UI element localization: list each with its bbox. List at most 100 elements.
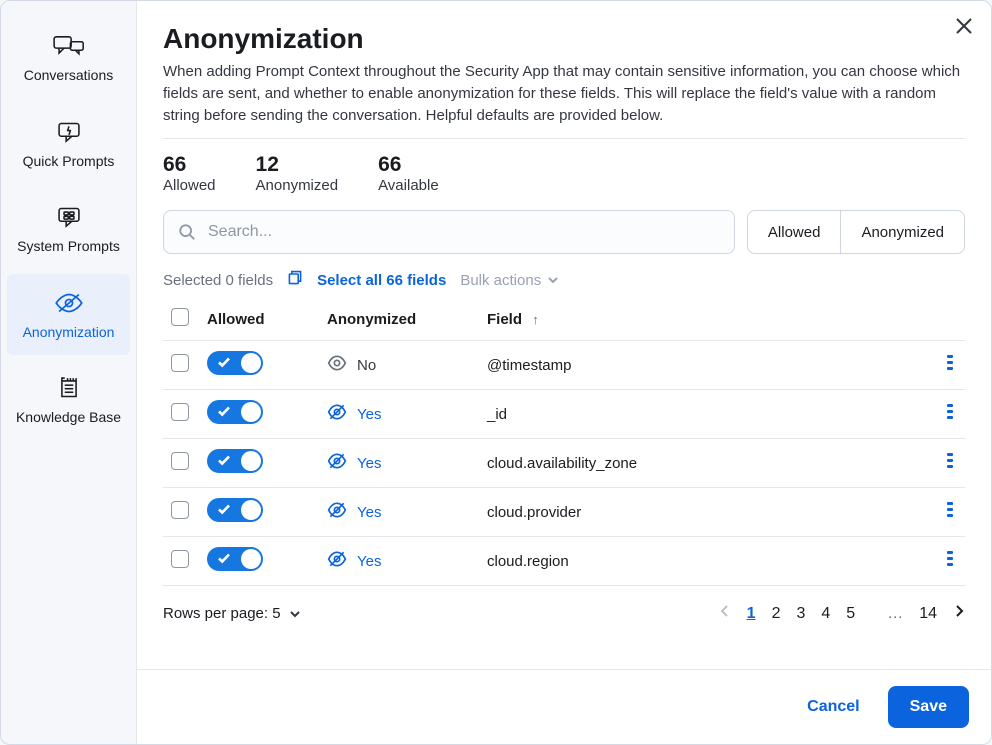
row-checkbox[interactable] bbox=[171, 501, 189, 519]
anonymized-value: Yes bbox=[357, 504, 381, 521]
table-row: Yescloud.region bbox=[163, 537, 965, 586]
stat-allowed: 66 Allowed bbox=[163, 153, 216, 194]
col-header-field[interactable]: Field ↑ bbox=[479, 298, 919, 341]
stat-available-label: Available bbox=[378, 177, 439, 194]
allowed-toggle[interactable] bbox=[207, 351, 263, 375]
system-prompts-icon bbox=[52, 202, 86, 232]
page-number[interactable]: 4 bbox=[821, 605, 830, 622]
sidebar-item-label: Knowledge Base bbox=[16, 409, 121, 427]
stat-anonymized-value: 12 bbox=[256, 153, 339, 177]
bulk-actions-menu[interactable]: Bulk actions bbox=[460, 272, 559, 289]
field-name: _id bbox=[479, 390, 919, 439]
divider bbox=[163, 138, 965, 139]
eye-off-icon[interactable] bbox=[327, 549, 347, 573]
selected-count: Selected 0 fields bbox=[163, 272, 273, 289]
sidebar-item-label: Conversations bbox=[24, 67, 114, 85]
allowed-toggle[interactable] bbox=[207, 449, 263, 473]
pagination: 12345 … 14 bbox=[719, 604, 965, 623]
select-all-checkbox[interactable] bbox=[171, 308, 189, 326]
page-number[interactable]: 5 bbox=[846, 605, 855, 622]
stat-available-value: 66 bbox=[378, 153, 439, 177]
rows-per-page[interactable]: Rows per page: 5 bbox=[163, 605, 301, 622]
sidebar-item-conversations[interactable]: Conversations bbox=[7, 17, 130, 99]
field-name: cloud.region bbox=[479, 537, 919, 586]
anonymized-value: No bbox=[357, 357, 376, 374]
filter-anonymized-button[interactable]: Anonymized bbox=[841, 210, 965, 254]
page-last[interactable]: 14 bbox=[919, 605, 937, 623]
stat-available: 66 Available bbox=[378, 153, 439, 194]
anonymized-value: Yes bbox=[357, 455, 381, 472]
anonymization-icon bbox=[52, 288, 86, 318]
col-header-allowed[interactable]: Allowed bbox=[199, 298, 319, 341]
page-next[interactable] bbox=[953, 604, 965, 623]
table-row: Yes cloud.availability_zone bbox=[163, 439, 965, 488]
row-checkbox[interactable] bbox=[171, 403, 189, 421]
select-all-link[interactable]: Select all 66 fields bbox=[317, 272, 446, 289]
row-actions[interactable] bbox=[919, 390, 965, 439]
row-checkbox[interactable] bbox=[171, 354, 189, 372]
close-icon bbox=[953, 15, 975, 37]
table-row: No @timestamp bbox=[163, 341, 965, 390]
row-actions[interactable] bbox=[919, 488, 965, 537]
chevron-right-icon bbox=[953, 604, 965, 618]
allowed-toggle[interactable] bbox=[207, 498, 263, 522]
row-checkbox[interactable] bbox=[171, 550, 189, 568]
fields-table: Allowed Anonymized Field ↑ No@timestampY… bbox=[163, 298, 965, 586]
stat-anonymized-label: Anonymized bbox=[256, 177, 339, 194]
page-ellipsis: … bbox=[887, 605, 903, 623]
table-row: Yes cloud.provider bbox=[163, 488, 965, 537]
row-actions[interactable] bbox=[919, 341, 965, 390]
sidebar-item-system-prompts[interactable]: System Prompts bbox=[7, 188, 130, 270]
page-title: Anonymization bbox=[163, 23, 965, 55]
page-number[interactable]: 2 bbox=[772, 605, 781, 622]
chevron-down-icon bbox=[289, 608, 301, 620]
page-number[interactable]: 3 bbox=[796, 605, 805, 622]
row-checkbox[interactable] bbox=[171, 452, 189, 470]
col-header-anonymized[interactable]: Anonymized bbox=[319, 298, 479, 341]
table-row: Yes _id bbox=[163, 390, 965, 439]
filter-allowed-button[interactable]: Allowed bbox=[747, 210, 842, 254]
anonymized-value: Yes bbox=[357, 406, 381, 423]
page-description: When adding Prompt Context throughout th… bbox=[163, 61, 965, 126]
page-prev[interactable] bbox=[719, 604, 731, 623]
modal: Conversations Quick Prompts bbox=[0, 0, 992, 745]
eye-off-icon[interactable] bbox=[327, 402, 347, 426]
stat-anonymized: 12 Anonymized bbox=[256, 153, 339, 194]
filter-segmented: Allowed Anonymized bbox=[747, 210, 965, 254]
chevron-left-icon bbox=[719, 604, 731, 618]
search-field[interactable] bbox=[163, 210, 735, 254]
dialog-footer: Cancel Save bbox=[137, 669, 991, 744]
field-name: @timestamp bbox=[479, 341, 919, 390]
sidebar: Conversations Quick Prompts bbox=[1, 1, 137, 744]
stat-allowed-value: 66 bbox=[163, 153, 216, 177]
page-number[interactable]: 1 bbox=[747, 605, 756, 622]
row-actions[interactable] bbox=[919, 439, 965, 488]
conversations-icon bbox=[52, 31, 86, 61]
stats-row: 66 Allowed 12 Anonymized 66 Available bbox=[163, 153, 965, 194]
main-panel: Anonymization When adding Prompt Context… bbox=[137, 1, 991, 744]
field-name: cloud.provider bbox=[479, 488, 919, 537]
row-actions[interactable] bbox=[919, 537, 965, 586]
allowed-toggle[interactable] bbox=[207, 400, 263, 424]
search-input[interactable] bbox=[206, 222, 720, 242]
close-button[interactable] bbox=[953, 15, 975, 37]
sidebar-item-label: Anonymization bbox=[23, 324, 115, 342]
allowed-toggle[interactable] bbox=[207, 547, 263, 571]
reset-icon[interactable] bbox=[287, 270, 303, 290]
chevron-down-icon bbox=[547, 274, 559, 286]
sidebar-item-label: Quick Prompts bbox=[23, 153, 115, 171]
stat-allowed-label: Allowed bbox=[163, 177, 216, 194]
sidebar-item-label: System Prompts bbox=[17, 238, 120, 256]
eye-icon[interactable] bbox=[327, 353, 347, 377]
sidebar-item-quick-prompts[interactable]: Quick Prompts bbox=[7, 103, 130, 185]
sort-asc-icon: ↑ bbox=[532, 312, 539, 327]
eye-off-icon[interactable] bbox=[327, 500, 347, 524]
save-button[interactable]: Save bbox=[888, 686, 969, 728]
sidebar-item-anonymization[interactable]: Anonymization bbox=[7, 274, 130, 356]
cancel-button[interactable]: Cancel bbox=[785, 686, 881, 728]
search-icon bbox=[178, 223, 196, 241]
knowledge-base-icon bbox=[52, 373, 86, 403]
sidebar-item-knowledge-base[interactable]: Knowledge Base bbox=[7, 359, 130, 441]
eye-off-icon[interactable] bbox=[327, 451, 347, 475]
field-name: cloud.availability_zone bbox=[479, 439, 919, 488]
